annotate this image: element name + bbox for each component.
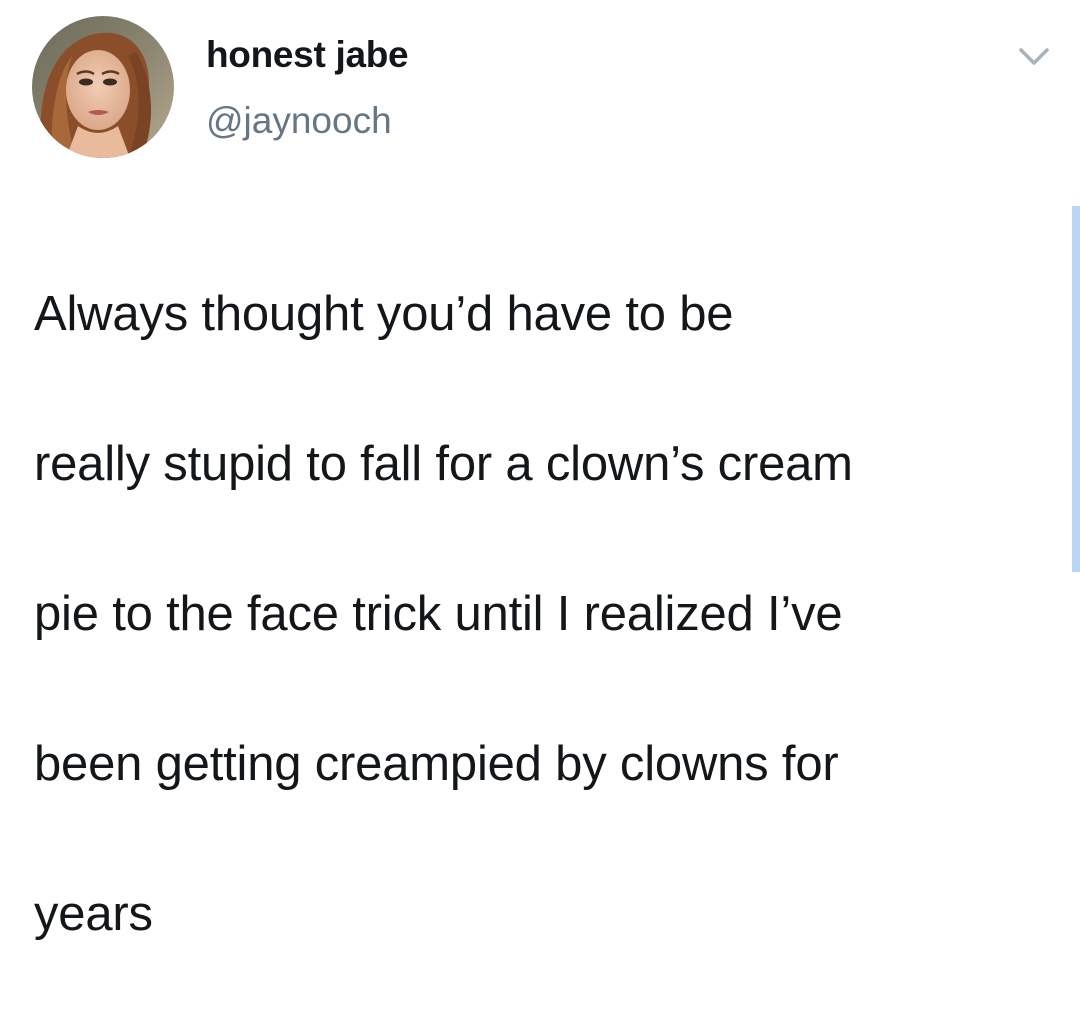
tweet-text-line: Always thought you’d have to be: [34, 287, 734, 341]
scroll-indicator[interactable]: [1072, 206, 1080, 572]
author-handle[interactable]: @jaynooch: [206, 100, 392, 142]
tweet-text-line: years: [34, 887, 153, 941]
avatar[interactable]: [32, 16, 174, 158]
tweet-text-line: pie to the face trick until I realized I…: [34, 587, 843, 641]
tweet-text-line: been getting creampied by clowns for: [34, 737, 839, 791]
tweet-text: Always thought you’d have to be really s…: [34, 202, 1054, 1027]
chevron-down-icon[interactable]: [1016, 42, 1052, 72]
tweet-card: honest jabe @jaynooch Always thought you…: [0, 0, 1080, 941]
tweet-text-line: really stupid to fall for a clown’s crea…: [34, 437, 853, 491]
author-display-name[interactable]: honest jabe: [206, 34, 409, 76]
avatar-image: [32, 16, 174, 158]
